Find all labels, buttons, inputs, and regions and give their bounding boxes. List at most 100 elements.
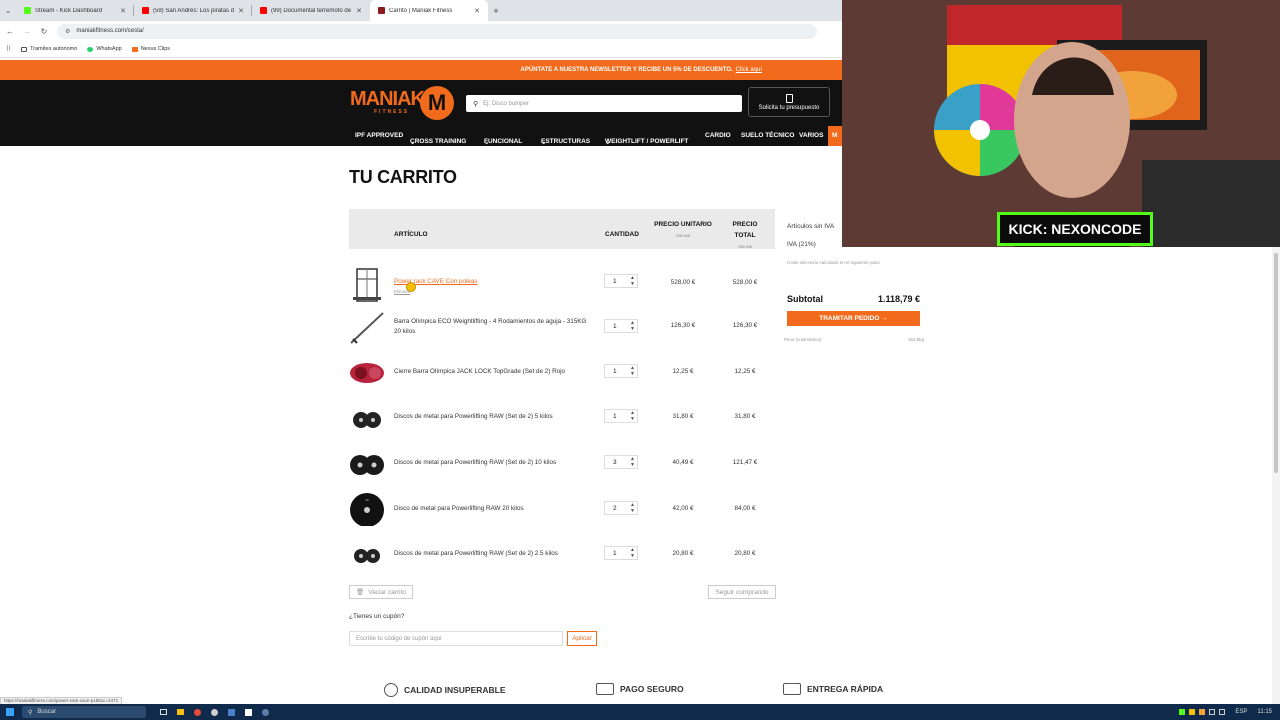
request-quote-button[interactable]: Solicita tu presupuesto	[748, 87, 830, 117]
stepper-arrows-icon[interactable]: ▲ ▼	[630, 410, 635, 422]
weight-label: Peso (volumétrico)	[784, 337, 822, 342]
explorer-icon[interactable]	[177, 709, 184, 715]
obs-icon[interactable]	[211, 708, 218, 716]
product-name[interactable]: Cierre Barra Olímpica JACK LOCK TopGrade…	[394, 367, 594, 377]
unit-price: 31,80 €	[672, 413, 694, 420]
close-tab-icon[interactable]: ✕	[474, 7, 480, 15]
apply-coupon-button[interactable]: Aplicar	[567, 631, 597, 646]
address-bar-row: ← → ↻ ⚙ maniakfitness.com/cesta/	[0, 21, 842, 41]
nav-ipf-approved[interactable]: IPF APPROVED	[355, 132, 403, 139]
maniak-logo[interactable]: MANIAK FITNESS M	[350, 86, 460, 120]
youtube-favicon-icon	[260, 7, 267, 14]
stepper-arrows-icon[interactable]: ▲ ▼	[630, 547, 635, 559]
reload-icon[interactable]: ↻	[40, 27, 48, 36]
continue-shopping-button[interactable]: Seguir comprando	[708, 585, 776, 599]
stepper-arrows-icon[interactable]: ▲ ▼	[630, 320, 635, 332]
product-thumbnail[interactable]	[349, 355, 385, 391]
quantity-value: 1	[613, 549, 617, 557]
bookmark-nexus-clips[interactable]: Nexus Clips	[131, 46, 170, 52]
product-thumbnail[interactable]	[349, 445, 385, 481]
site-info-icon[interactable]: ⚙	[65, 28, 70, 35]
close-tab-icon[interactable]: ✕	[356, 7, 362, 15]
stepper-arrows-icon[interactable]: ▲ ▼	[630, 502, 635, 514]
product-link[interactable]: Power rack CAVE Con poleas	[394, 278, 478, 285]
product-name[interactable]: Discos de metal para Powerlifting RAW (S…	[394, 412, 594, 422]
language-indicator[interactable]: ESP	[1235, 709, 1247, 715]
stepper-arrows-icon[interactable]: ▲ ▼	[630, 456, 635, 468]
tab-list-chevron-icon[interactable]: ⌄	[0, 7, 16, 15]
promo-link[interactable]: Click aquí	[736, 67, 762, 73]
bookmark-label: Tramites autonomo	[30, 46, 78, 52]
task-view-icon[interactable]	[160, 709, 167, 715]
empty-cart-button[interactable]: 🗑 Vaciar carrito	[349, 585, 413, 599]
subtotal-value: 1.118,79 €	[877, 294, 920, 304]
col-quantity: CANTIDAD	[605, 231, 639, 238]
close-tab-icon[interactable]: ✕	[238, 7, 244, 15]
scrollbar-thumb[interactable]	[1274, 253, 1278, 473]
bookmark-tramites[interactable]: Tramites autonomo	[21, 46, 77, 52]
cart-row: Barra Olímpica ECO Weightlifting - 4 Rod…	[349, 306, 775, 346]
search-placeholder: Ej: Disco bumper	[483, 100, 529, 107]
product-name[interactable]: Discos de metal para Powerlifting RAW (S…	[394, 458, 594, 468]
nav-suelo-tecnico[interactable]: SUELO TÉCNICO	[741, 132, 794, 139]
product-thumbnail[interactable]	[349, 400, 385, 436]
product-thumbnail[interactable]	[349, 267, 385, 303]
kick-favicon-icon	[24, 7, 31, 14]
tab-maniak-cart[interactable]: Carrito | Maniak Fitness ✕	[370, 0, 488, 21]
tab-youtube-2[interactable]: (99) Documental terremoto de ✕	[252, 0, 370, 21]
cart-row: 20 Disco de metal para Powerlifting RAW …	[349, 487, 775, 527]
product-name[interactable]: Barra Olímpica ECO Weightlifting - 4 Rod…	[394, 317, 594, 337]
product-thumbnail[interactable]	[349, 309, 385, 345]
search-icon: ⚲	[473, 100, 479, 108]
search-input[interactable]: ⚲ Ej: Disco bumper	[466, 95, 742, 112]
tab-kick-dashboard[interactable]: Stream - Kick Dashboard ✕	[16, 0, 134, 21]
product-name[interactable]: Disco de metal para Powerlifting RAW 20 …	[394, 504, 594, 514]
total-price: 126,30 €	[732, 322, 758, 329]
checkout-button[interactable]: TRAMITAR PEDIDO →	[787, 311, 920, 326]
tray-icons[interactable]	[1179, 709, 1226, 715]
product-thumbnail[interactable]	[349, 536, 385, 572]
chrome-icon[interactable]	[194, 708, 201, 716]
app-icon[interactable]	[245, 708, 252, 716]
svg-text:20: 20	[365, 498, 369, 502]
sin-iva-note: SIN IVA	[738, 244, 752, 249]
chevron-down-icon: ⌄	[484, 139, 490, 146]
chevron-down-icon: ⌄	[541, 139, 547, 146]
bookmark-whatsapp[interactable]: WhatsApp	[87, 46, 122, 52]
tab-youtube-1[interactable]: (59) San Andrés: Los piratas de ✕	[134, 0, 252, 21]
product-thumbnail[interactable]: 20	[349, 490, 385, 527]
url-field[interactable]: ⚙ maniakfitness.com/cesta/	[57, 23, 817, 39]
product-name[interactable]: Discos de metal para Powerlifting RAW (S…	[394, 549, 594, 559]
cart-table-header: ARTÍCULO CANTIDAD PRECIO UNITARIO SIN IV…	[349, 209, 775, 249]
windows-start-icon[interactable]	[6, 708, 14, 716]
quantity-stepper[interactable]: 1 ▲ ▼	[604, 546, 638, 560]
cart-row: Cierre Barra Olímpica JACK LOCK TopGrade…	[349, 352, 775, 392]
taskbar-search[interactable]: ⚲ Buscar	[22, 706, 146, 718]
folder-icon	[21, 46, 28, 52]
quantity-stepper[interactable]: 3 ▲ ▼	[604, 455, 638, 469]
quantity-stepper[interactable]: 2 ▲ ▼	[604, 501, 638, 515]
vat-label: IVA (21%)	[787, 241, 816, 248]
coupon-input[interactable]: Escribe tu código de cupón aquí	[349, 631, 563, 646]
quantity-stepper[interactable]: 1 ▲ ▼	[604, 274, 638, 288]
back-arrow-icon[interactable]: ←	[6, 27, 14, 36]
quantity-stepper[interactable]: 1 ▲ ▼	[604, 364, 638, 378]
total-price: 528,00 €	[732, 279, 758, 286]
nav-varios[interactable]: VARIOS	[799, 132, 823, 139]
stepper-arrows-icon[interactable]: ▲ ▼	[630, 275, 635, 287]
page-scrollbar[interactable]	[1272, 247, 1280, 704]
app-icon[interactable]	[228, 708, 235, 716]
stepper-arrows-icon[interactable]: ▲ ▼	[630, 365, 635, 377]
clock[interactable]: 11:15	[1257, 709, 1272, 715]
quantity-stepper[interactable]: 1 ▲ ▼	[604, 409, 638, 423]
tray-app-icon	[1199, 709, 1206, 715]
app-icon[interactable]	[262, 708, 269, 716]
forward-arrow-icon[interactable]: →	[23, 27, 31, 36]
nav-more[interactable]: M	[828, 126, 842, 146]
nav-cardio[interactable]: CARDIO	[705, 132, 731, 139]
close-tab-icon[interactable]: ✕	[120, 7, 126, 15]
total-price: 121,47 €	[732, 459, 758, 466]
apps-grid-icon[interactable]: ⠿	[6, 45, 11, 53]
quantity-stepper[interactable]: 1 ▲ ▼	[604, 319, 638, 333]
new-tab-plus-icon[interactable]: +	[488, 6, 504, 16]
